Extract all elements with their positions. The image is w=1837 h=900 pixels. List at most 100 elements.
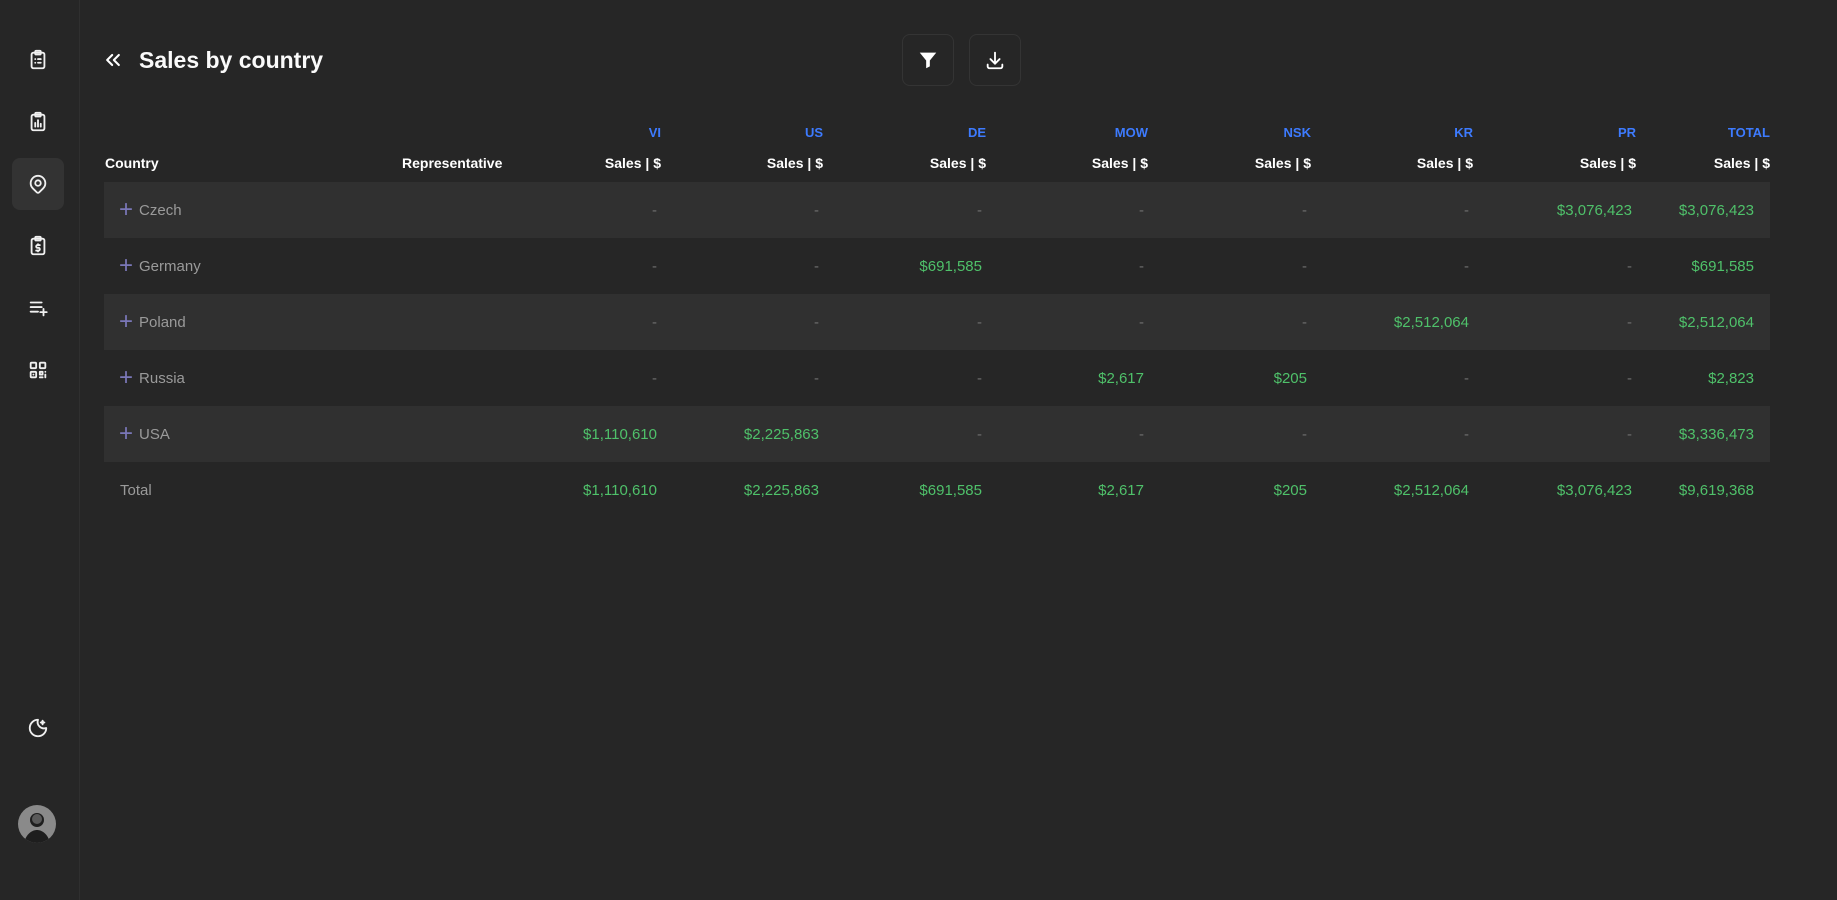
clipboard-dollar-icon (30, 235, 46, 256)
value-cell-pr: - (1627, 369, 1632, 387)
country-cell[interactable]: + Russia (119, 350, 185, 406)
total-row: Total $1,110,610 $2,225,863 $691,585 $2,617 $… (104, 462, 1770, 518)
table-row: + Czech - - - - - - $3,076,423 $3,076,423 (104, 182, 1770, 238)
group-header-us: US (804, 124, 823, 140)
value-cell-total: $691,585 (1691, 257, 1754, 275)
theme-toggle[interactable] (12, 702, 64, 754)
header-sales-total[interactable]: Sales | $ (1714, 144, 1770, 182)
user-avatar-icon (24, 813, 50, 843)
header-representative[interactable]: Representative (402, 144, 502, 182)
total-cell-kr: $2,512,064 (1393, 481, 1469, 499)
country-cell[interactable]: + Germany (119, 238, 201, 294)
value-cell-mow: - (1139, 425, 1144, 443)
value-cell-nsk: - (1302, 201, 1307, 219)
total-cell-us: $2,225,863 (743, 481, 819, 499)
group-header-vi: VI (648, 124, 661, 140)
value-cell-nsk: - (1302, 425, 1307, 443)
country-name: USA (139, 425, 170, 443)
value-cell-total: $3,336,473 (1678, 425, 1754, 443)
country-cell[interactable]: + USA (119, 406, 170, 462)
expand-plus-icon[interactable]: + (119, 422, 133, 446)
header-country[interactable]: Country (105, 144, 159, 182)
group-header-mow: MOW (1114, 124, 1148, 140)
header-sales-vi[interactable]: Sales | $ (605, 144, 661, 182)
value-cell-kr: - (1464, 201, 1469, 219)
total-cell-de: $691,585 (919, 481, 982, 499)
nav-qr-code[interactable] (12, 344, 64, 396)
map-pin-icon (29, 174, 47, 194)
header-sales-mow[interactable]: Sales | $ (1092, 144, 1148, 182)
expand-plus-icon[interactable]: + (119, 366, 133, 390)
total-cell-nsk: $205 (1273, 481, 1307, 499)
nav-payments[interactable] (12, 220, 64, 272)
header-sales-us[interactable]: Sales | $ (767, 144, 823, 182)
sidebar (0, 0, 80, 900)
download-button[interactable] (969, 34, 1021, 86)
header-sales-kr[interactable]: Sales | $ (1417, 144, 1473, 182)
nav-analytics[interactable] (12, 96, 64, 148)
total-cell-mow: $2,617 (1098, 481, 1144, 499)
value-cell-mow: - (1139, 313, 1144, 331)
sales-table: VI US DE MOW NSK KR PR TOTAL Country Representa… (104, 120, 1770, 518)
value-cell-vi: $1,110,610 (583, 425, 657, 443)
avatar[interactable] (18, 805, 56, 843)
country-name: Czech (139, 201, 182, 219)
value-cell-us: - (814, 369, 819, 387)
value-cell-kr: - (1464, 425, 1469, 443)
value-cell-total: $2,512,064 (1678, 313, 1754, 331)
value-cell-nsk: - (1302, 257, 1307, 275)
value-cell-de: - (977, 201, 982, 219)
value-cell-nsk: - (1302, 313, 1307, 331)
value-cell-us: - (814, 257, 819, 275)
total-cell-total: $9,619,368 (1678, 481, 1754, 499)
header-sales-de[interactable]: Sales | $ (930, 144, 986, 182)
expand-plus-icon[interactable]: + (119, 310, 133, 334)
value-cell-total: $3,076,423 (1678, 201, 1754, 219)
filter-button[interactable] (902, 34, 954, 86)
value-cell-pr: $3,076,423 (1556, 201, 1632, 219)
app-root: Sales by country VI US DE MOW NSK KR PR TOTAL C… (0, 0, 1837, 900)
table-row: + Russia - - - $2,617 $205 - - $2,823 (104, 350, 1770, 406)
country-name: Germany (139, 257, 201, 275)
value-cell-total: $2,823 (1708, 369, 1754, 387)
page-title: Sales by country (139, 47, 324, 73)
moon-star-icon (28, 718, 48, 738)
value-cell-de: - (977, 369, 982, 387)
nav-playlist-add[interactable] (12, 282, 64, 334)
value-cell-de: - (977, 313, 982, 331)
header-sales-pr[interactable]: Sales | $ (1580, 144, 1636, 182)
expand-plus-icon[interactable]: + (119, 254, 133, 278)
value-cell-pr: - (1627, 425, 1632, 443)
nav-reports[interactable] (12, 34, 64, 86)
value-cell-mow: - (1139, 201, 1144, 219)
table-row: + USA $1,110,610 $2,225,863 - - - - - $3,336,473 (104, 406, 1770, 462)
group-header-kr: KR (1454, 124, 1473, 140)
filter-icon (919, 52, 937, 69)
expand-plus-icon[interactable]: + (119, 198, 133, 222)
qr-code-icon (29, 361, 47, 379)
group-header-de: DE (967, 124, 986, 140)
total-label: Total (120, 481, 152, 499)
clipboard-list-icon (30, 49, 46, 70)
table-header-row: Country Representative Sales | $ Sales | … (104, 144, 1770, 182)
country-cell[interactable]: + Czech (119, 182, 182, 238)
value-cell-kr: $2,512,064 (1393, 313, 1469, 331)
clipboard-chart-icon (30, 111, 46, 132)
value-cell-vi: - (652, 201, 657, 219)
value-cell-us: - (814, 313, 819, 331)
group-header-pr: PR (1617, 124, 1636, 140)
nav-sales-by-country[interactable] (12, 158, 64, 210)
group-header-total: TOTAL (1727, 124, 1770, 140)
value-cell-pr: - (1627, 313, 1632, 331)
header-sales-nsk[interactable]: Sales | $ (1255, 144, 1311, 182)
table-row: + Germany - - $691,585 - - - - $691,585 (104, 238, 1770, 294)
country-cell[interactable]: + Poland (119, 294, 186, 350)
total-cell-pr: $3,076,423 (1556, 481, 1632, 499)
table-body: + Czech - - - - - - $3,076,423 $3,076,423 + Germany… (104, 182, 1770, 518)
value-cell-pr: - (1627, 257, 1632, 275)
value-cell-de: - (977, 425, 982, 443)
country-name: Russia (139, 369, 185, 387)
value-cell-vi: - (652, 369, 657, 387)
value-cell-mow: $2,617 (1098, 369, 1144, 387)
double-chevron-left-icon[interactable] (103, 50, 123, 70)
